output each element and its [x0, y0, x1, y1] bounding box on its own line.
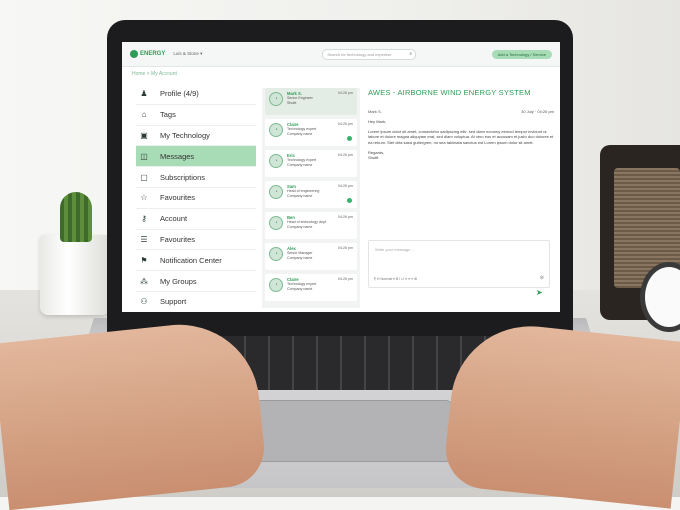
cactus-plant	[60, 192, 92, 242]
sidebar-item-label: Tags	[160, 110, 176, 120]
conversation-time: 04:26 pm	[338, 215, 353, 219]
person-icon: ♟	[140, 89, 148, 99]
sidebar-item-label: Favourites	[160, 234, 196, 244]
sidebar-item-label: Favourites	[160, 193, 196, 203]
user-menu[interactable]: Luis & Stone ▾	[173, 51, 202, 57]
conversation-time: 04:26 pm	[338, 122, 353, 126]
sidebar-item-my-groups[interactable]: ⁂ My Groups	[136, 271, 256, 292]
laptop-screen: ENERGY Luis & Stone ▾ Search for technol…	[122, 42, 560, 312]
sidebar-item-favourites[interactable]: ☆ Favourites	[136, 188, 256, 209]
search-input[interactable]: Search for technology and expertise ⌕	[322, 48, 417, 60]
logo[interactable]: ENERGY	[130, 50, 165, 58]
sidebar-item-label: My Groups	[160, 276, 197, 286]
briefcase-icon: ▣	[140, 130, 148, 140]
avatar: ◔	[269, 247, 283, 261]
avatar: ◔	[269, 185, 283, 199]
right-hand	[441, 318, 680, 509]
conversation-item[interactable]: ◔ Claire Technology expert Company name 04…	[265, 119, 357, 146]
plant-pot	[40, 235, 110, 315]
sidebar-item-profile[interactable]: ♟ Profile (4/9)	[136, 84, 256, 105]
conversation-company: Shuttt	[287, 101, 297, 105]
conversation-company: Company name	[287, 225, 313, 229]
sidebar-item-notification-center[interactable]: ⚑ Notification Center	[136, 250, 256, 272]
message-pane: AWES - AIRBORNE WIND ENERGY SYSTEM Mark …	[368, 88, 554, 308]
formatting-toolbar[interactable]: ¶ H Normal ▾ B I U ≡ ≡ ≡ ⊞	[374, 277, 417, 281]
conversation-item[interactable]: ◔ Claire Technology expert Company name 04…	[265, 274, 357, 301]
avatar: ◔	[269, 123, 283, 137]
unread-dot-icon	[347, 136, 352, 141]
sidebar-item-label: Notification Center	[160, 255, 222, 265]
avatar: ◔	[269, 92, 283, 106]
search-placeholder: Search for technology and expertise	[327, 51, 392, 57]
conversation-item[interactable]: ◔ Eric Technology expert Company name 04:2…	[265, 150, 357, 177]
sidebar-item-label: My Technology	[160, 130, 210, 140]
conversation-company: Company name	[287, 287, 313, 291]
sidebar-item-label: Subscriptions	[160, 172, 206, 182]
send-icon[interactable]: ➤	[536, 288, 543, 297]
tag-icon: ⌂	[141, 110, 147, 120]
add-technology-button[interactable]: Add a Technology / Service	[491, 49, 552, 59]
conversation-time: 04:26 pm	[338, 184, 353, 188]
conversation-company: Company name	[287, 163, 313, 167]
compose-placeholder: Write your message...	[375, 247, 414, 252]
sidebar-item-account[interactable]: ⚷ Account	[136, 209, 256, 230]
support-icon: ⚇	[140, 297, 148, 307]
conversation-time: 04:26 pm	[338, 246, 353, 250]
avatar: ◔	[269, 216, 283, 230]
conversation-time: 04:26 pm	[338, 153, 353, 157]
sidebar-item-label: Support	[160, 297, 187, 307]
avatar: ◔	[269, 278, 283, 292]
logo-text: ENERGY	[140, 51, 166, 57]
conversation-item[interactable]: ◔ Mark S. Senior Engineer Shuttt 04:26 pm	[265, 88, 357, 115]
star-icon: ☆	[140, 193, 148, 203]
avatar: ◔	[269, 154, 283, 168]
conversation-company: Company name	[287, 194, 313, 198]
sidebar-item-messages[interactable]: ◫ Messages	[136, 146, 256, 168]
conversation-company: Company name	[287, 132, 313, 136]
sidebar-item-my-technology[interactable]: ▣ My Technology	[136, 126, 256, 147]
groups-icon: ⁂	[140, 276, 148, 286]
subscription-icon: ▢	[140, 172, 148, 182]
search-icon[interactable]: ⌕	[409, 51, 415, 57]
sidebar: ♟ Profile (4/9) ⌂ Tags ▣ My Technology ◫ Mes…	[136, 84, 256, 312]
message-from: Mark S.	[368, 109, 382, 114]
conversation-time: 04:26 pm	[338, 277, 353, 281]
sidebar-item-tags[interactable]: ⌂ Tags	[136, 105, 256, 126]
unread-dot-icon	[347, 198, 352, 203]
message-greeting: Hey Mark,	[368, 119, 387, 124]
notification-icon: ⚑	[140, 255, 148, 265]
sidebar-item-label: Profile (4/9)	[160, 89, 199, 99]
message-title: AWES - AIRBORNE WIND ENERGY SYSTEM	[368, 88, 531, 97]
message-signature: Shuttt	[368, 155, 379, 161]
messages-icon: ◫	[140, 151, 148, 161]
sidebar-item-label: Account	[160, 214, 188, 224]
attach-icon[interactable]: ⊘	[540, 275, 544, 281]
conversation-company: Company name	[287, 256, 313, 260]
sidebar-item-label: Messages	[160, 151, 195, 161]
conversation-item[interactable]: ◔ Alex Senior Manager Company name 04:26 p…	[265, 243, 357, 270]
breadcrumb[interactable]: Home > My Account	[132, 71, 177, 77]
conversation-item[interactable]: ◔ Sam Head of engineering Company name 04:…	[265, 181, 357, 208]
trackpad	[235, 400, 452, 462]
sidebar-item-support[interactable]: ⚇ Support	[136, 292, 256, 312]
compose-input[interactable]: Write your message... ¶ H Normal ▾ B I U…	[368, 240, 550, 288]
logo-icon	[130, 50, 138, 58]
left-hand	[0, 316, 269, 510]
message-body: Lorem ipsum dolor sit amet, consectetur …	[368, 129, 554, 145]
top-bar: ENERGY Luis & Stone ▾ Search for technol…	[122, 42, 560, 67]
sidebar-item-subscriptions[interactable]: ▢ Subscriptions	[136, 167, 256, 188]
conversation-time: 04:26 pm	[338, 91, 353, 95]
conversation-item[interactable]: ◔ Ben Head of technology dept. Company nam…	[265, 212, 357, 239]
message-date: 30 July · 04:26 pm	[521, 109, 554, 114]
conversation-list: ◔ Mark S. Senior Engineer Shuttt 04:26 pm …	[262, 88, 360, 308]
key-icon: ⚷	[141, 214, 147, 224]
list-icon: ☰	[140, 234, 148, 244]
sidebar-item-favourites-list[interactable]: ☰ Favourites	[136, 230, 256, 251]
